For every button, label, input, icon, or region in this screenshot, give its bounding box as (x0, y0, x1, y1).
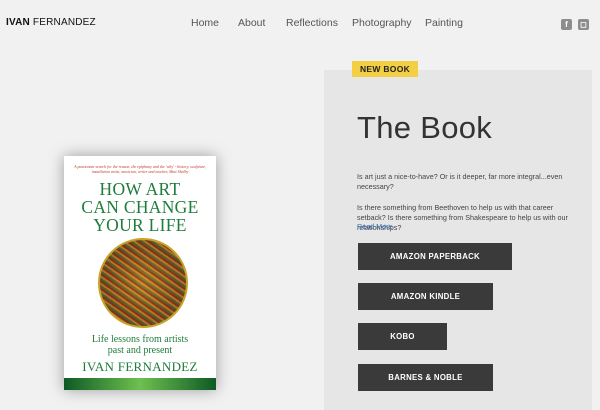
new-book-badge: NEW BOOK (352, 61, 418, 77)
read-more-link[interactable]: Read More (357, 222, 393, 231)
nav-about[interactable]: About (238, 17, 265, 29)
instagram-glyph: ◻ (580, 20, 587, 29)
amazon-paperback-button[interactable]: AMAZON PAPERBACK (358, 243, 512, 270)
kobo-button[interactable]: KOBO (358, 323, 447, 350)
book-cover-image: A passionate search for the reason, the … (64, 156, 216, 390)
cover-title-line: HOW ART (99, 179, 181, 199)
instagram-icon[interactable]: ◻ (578, 19, 589, 30)
page-title: The Book (357, 110, 493, 145)
cover-title-line: CAN CHANGE (81, 197, 199, 217)
nav-home[interactable]: Home (191, 17, 219, 29)
nav-photography[interactable]: Photography (352, 17, 412, 29)
cover-author: IVAN FERNANDEZ (82, 359, 198, 374)
facebook-glyph: f (565, 20, 568, 29)
facebook-icon[interactable]: f (561, 19, 572, 30)
cover-stripe (64, 378, 216, 390)
main-nav: Home About Reflections Photography Paint… (0, 17, 600, 31)
cover-title: HOW ART CAN CHANGE YOUR LIFE (64, 180, 216, 234)
nav-painting[interactable]: Painting (425, 17, 463, 29)
cover-quote: A passionate search for the reason, the … (74, 164, 206, 174)
cover-subtitle-line: past and present (107, 345, 173, 356)
intro-paragraph: Is art just a nice-to-have? Or is it dee… (357, 172, 563, 191)
nav-reflections[interactable]: Reflections (286, 17, 338, 29)
barnes-and-noble-button[interactable]: BARNES & NOBLE (358, 364, 493, 391)
amazon-kindle-button[interactable]: AMAZON KINDLE (358, 283, 493, 310)
cover-artwork (98, 238, 188, 328)
cover-subtitle-line: Life lessons from artists (91, 334, 189, 345)
cover-title-line: YOUR LIFE (93, 215, 187, 235)
cover-subtitle: Life lessons from artists past and prese… (64, 334, 216, 356)
